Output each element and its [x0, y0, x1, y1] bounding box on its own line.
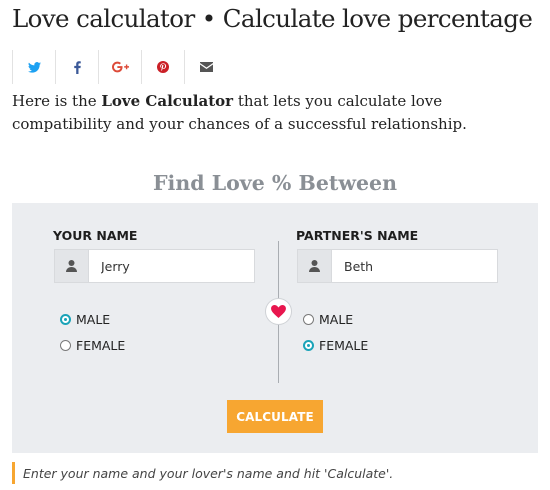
partner-female-radio[interactable]: FEMALE [303, 338, 368, 353]
google-plus-icon [111, 61, 129, 73]
facebook-icon [73, 60, 81, 74]
your-female-radio[interactable]: FEMALE [60, 338, 125, 353]
partner-male-label: MALE [319, 312, 354, 327]
heart-icon [271, 305, 286, 318]
your-female-label: FEMALE [76, 338, 126, 353]
page-title: Love calculator • Calculate love percent… [12, 4, 533, 33]
instruction-note: Enter your name and your lover's name an… [12, 462, 393, 484]
calculator-panel: YOUR NAME PARTNER'S NAME MALE FEMALE MAL… [12, 203, 538, 453]
partner-name-field-group [297, 249, 498, 283]
facebook-share-button[interactable] [55, 50, 98, 84]
your-male-radio[interactable]: MALE [60, 312, 110, 327]
google-plus-share-button[interactable] [98, 50, 141, 84]
partner-name-label: PARTNER'S NAME [296, 228, 419, 243]
intro-text: Here is the Love Calculator that lets yo… [12, 90, 532, 136]
heart-badge [265, 298, 292, 325]
user-icon [55, 250, 89, 282]
partner-name-input[interactable] [332, 250, 494, 282]
twitter-icon [27, 61, 41, 73]
note-text: Enter your name and your lover's name an… [23, 465, 394, 481]
share-bar [12, 50, 227, 84]
your-name-label: YOUR NAME [53, 228, 138, 243]
email-icon [199, 62, 213, 72]
calculator-heading: Find Love % Between [153, 171, 397, 195]
user-icon [298, 250, 332, 282]
partner-female-label: FEMALE [319, 338, 369, 353]
your-name-field-group [54, 249, 255, 283]
radio-unchecked-indicator [303, 314, 314, 325]
pinterest-icon [157, 61, 169, 73]
calculate-button[interactable]: CALCULATE [227, 400, 323, 433]
radio-checked-indicator [60, 314, 71, 325]
radio-checked-indicator [303, 340, 314, 351]
twitter-share-button[interactable] [12, 50, 55, 84]
your-male-label: MALE [76, 312, 111, 327]
radio-unchecked-indicator [60, 340, 71, 351]
email-share-button[interactable] [184, 50, 227, 84]
intro-prefix: Here is the [12, 92, 102, 110]
note-accent-bar [12, 462, 15, 484]
your-name-input[interactable] [89, 250, 251, 282]
intro-bold: Love Calculator [101, 92, 234, 110]
partner-male-radio[interactable]: MALE [303, 312, 353, 327]
pinterest-share-button[interactable] [141, 50, 184, 84]
